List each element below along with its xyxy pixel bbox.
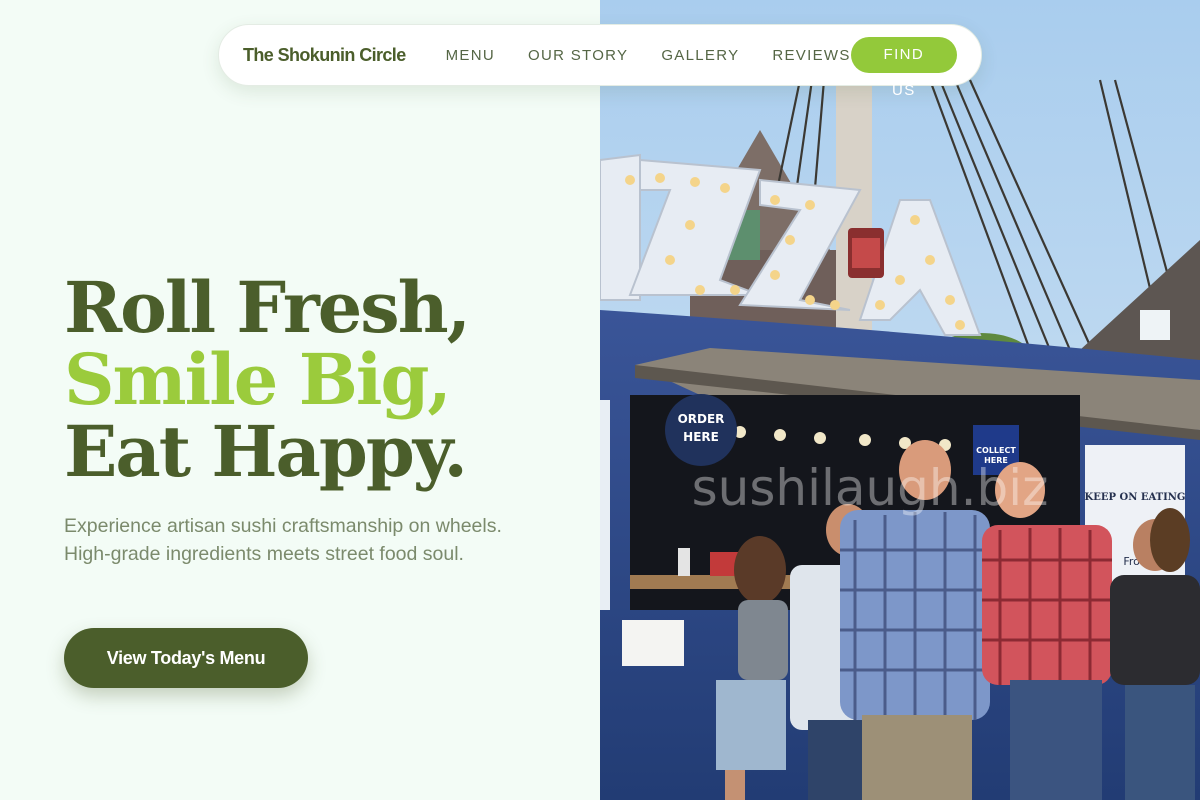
nav-link-reviews[interactable]: REVIEWS <box>772 47 850 64</box>
collect-sign-line1: COLLECT <box>976 446 1016 455</box>
watermark-text: sushilaugh.biz <box>692 459 1049 517</box>
poster-text: KEEP ON EATING <box>1085 492 1186 503</box>
brand-logo[interactable]: The Shokunin Circle <box>243 45 406 66</box>
view-menu-button[interactable]: View Today's Menu <box>64 628 308 688</box>
hero-photo: ORDER HERE COLLECT HERE KEEP ON EATING F… <box>600 0 1200 800</box>
nav-link-our-story[interactable]: OUR STORY <box>528 47 628 64</box>
nav-link-menu[interactable]: MENU <box>446 47 495 64</box>
hero-subtitle: Experience artisan sushi craftsmanship o… <box>64 515 502 565</box>
top-navigation: The Shokunin Circle MENU OUR STORY GALLE… <box>218 24 982 99</box>
nav-link-gallery[interactable]: GALLERY <box>661 47 739 64</box>
order-sign-line2: HERE <box>683 430 719 444</box>
headline-line-2: Smile Big, <box>64 338 452 421</box>
order-sign-line1: ORDER <box>678 412 725 426</box>
headline-line-1: Roll Fresh, <box>64 266 471 349</box>
find-us-button[interactable]: FIND US <box>850 37 957 99</box>
hero-headline: Roll Fresh, Smile Big, Eat Happy. <box>64 266 471 493</box>
nav-links: MENU OUR STORY GALLERY REVIEWS <box>446 47 851 64</box>
headline-line-3: Eat Happy. <box>64 410 468 493</box>
